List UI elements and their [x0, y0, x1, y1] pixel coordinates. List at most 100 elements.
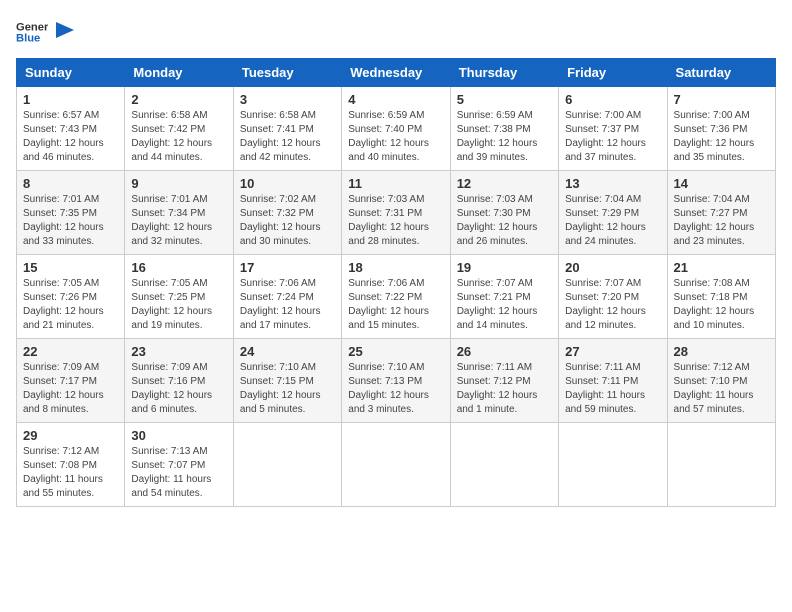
calendar-cell: 20 Sunrise: 7:07 AM Sunset: 7:20 PM Dayl… — [559, 255, 667, 339]
calendar-cell: 12 Sunrise: 7:03 AM Sunset: 7:30 PM Dayl… — [450, 171, 558, 255]
daylight-label: Daylight: 12 hours and 24 minutes. — [565, 222, 646, 247]
day-number: 12 — [457, 176, 552, 191]
sunrise-label: Sunrise: 7:09 AM — [23, 362, 99, 373]
daylight-label: Daylight: 12 hours and 33 minutes. — [23, 222, 104, 247]
day-number: 27 — [565, 344, 660, 359]
day-info: Sunrise: 7:11 AM Sunset: 7:11 PM Dayligh… — [565, 361, 660, 417]
calendar-cell — [233, 423, 341, 507]
daylight-label: Daylight: 12 hours and 15 minutes. — [348, 306, 429, 331]
day-number: 14 — [674, 176, 769, 191]
sunrise-label: Sunrise: 7:01 AM — [131, 194, 207, 205]
calendar-cell — [667, 423, 775, 507]
daylight-label: Daylight: 12 hours and 23 minutes. — [674, 222, 755, 247]
sunset-label: Sunset: 7:20 PM — [565, 292, 639, 303]
sunrise-label: Sunrise: 7:12 AM — [674, 362, 750, 373]
day-info: Sunrise: 6:58 AM Sunset: 7:42 PM Dayligh… — [131, 109, 226, 165]
day-info: Sunrise: 7:01 AM Sunset: 7:35 PM Dayligh… — [23, 193, 118, 249]
day-info: Sunrise: 7:07 AM Sunset: 7:21 PM Dayligh… — [457, 277, 552, 333]
day-info: Sunrise: 6:59 AM Sunset: 7:38 PM Dayligh… — [457, 109, 552, 165]
daylight-label: Daylight: 11 hours and 54 minutes. — [131, 474, 211, 499]
sunset-label: Sunset: 7:21 PM — [457, 292, 531, 303]
calendar-cell — [342, 423, 450, 507]
day-info: Sunrise: 7:05 AM Sunset: 7:25 PM Dayligh… — [131, 277, 226, 333]
daylight-label: Daylight: 12 hours and 17 minutes. — [240, 306, 321, 331]
sunset-label: Sunset: 7:29 PM — [565, 208, 639, 219]
calendar-cell: 26 Sunrise: 7:11 AM Sunset: 7:12 PM Dayl… — [450, 339, 558, 423]
day-number: 23 — [131, 344, 226, 359]
calendar-cell: 11 Sunrise: 7:03 AM Sunset: 7:31 PM Dayl… — [342, 171, 450, 255]
daylight-label: Daylight: 12 hours and 21 minutes. — [23, 306, 104, 331]
sunset-label: Sunset: 7:38 PM — [457, 124, 531, 135]
week-row-4: 22 Sunrise: 7:09 AM Sunset: 7:17 PM Dayl… — [17, 339, 776, 423]
sunrise-label: Sunrise: 6:58 AM — [131, 110, 207, 121]
day-info: Sunrise: 6:57 AM Sunset: 7:43 PM Dayligh… — [23, 109, 118, 165]
sunset-label: Sunset: 7:22 PM — [348, 292, 422, 303]
daylight-label: Daylight: 12 hours and 1 minute. — [457, 390, 538, 415]
sunrise-label: Sunrise: 7:11 AM — [565, 362, 640, 373]
day-info: Sunrise: 7:09 AM Sunset: 7:16 PM Dayligh… — [131, 361, 226, 417]
day-number: 26 — [457, 344, 552, 359]
calendar-cell: 27 Sunrise: 7:11 AM Sunset: 7:11 PM Dayl… — [559, 339, 667, 423]
daylight-label: Daylight: 12 hours and 14 minutes. — [457, 306, 538, 331]
calendar-cell: 22 Sunrise: 7:09 AM Sunset: 7:17 PM Dayl… — [17, 339, 125, 423]
calendar-cell: 13 Sunrise: 7:04 AM Sunset: 7:29 PM Dayl… — [559, 171, 667, 255]
logo-flag-icon — [56, 22, 76, 42]
calendar-cell: 4 Sunrise: 6:59 AM Sunset: 7:40 PM Dayli… — [342, 87, 450, 171]
daylight-label: Daylight: 12 hours and 5 minutes. — [240, 390, 321, 415]
page-header: General Blue — [16, 16, 776, 48]
day-info: Sunrise: 7:11 AM Sunset: 7:12 PM Dayligh… — [457, 361, 552, 417]
daylight-label: Daylight: 12 hours and 44 minutes. — [131, 138, 212, 163]
sunset-label: Sunset: 7:11 PM — [565, 376, 638, 387]
sunset-label: Sunset: 7:10 PM — [674, 376, 748, 387]
calendar-cell: 2 Sunrise: 6:58 AM Sunset: 7:42 PM Dayli… — [125, 87, 233, 171]
sunset-label: Sunset: 7:27 PM — [674, 208, 748, 219]
daylight-label: Daylight: 11 hours and 59 minutes. — [565, 390, 645, 415]
sunrise-label: Sunrise: 7:06 AM — [348, 278, 424, 289]
day-number: 1 — [23, 92, 118, 107]
daylight-label: Daylight: 12 hours and 40 minutes. — [348, 138, 429, 163]
sunset-label: Sunset: 7:30 PM — [457, 208, 531, 219]
daylight-label: Daylight: 12 hours and 19 minutes. — [131, 306, 212, 331]
sunset-label: Sunset: 7:18 PM — [674, 292, 748, 303]
sunrise-label: Sunrise: 7:04 AM — [565, 194, 641, 205]
sunrise-label: Sunrise: 7:12 AM — [23, 446, 99, 457]
sunrise-label: Sunrise: 6:58 AM — [240, 110, 316, 121]
daylight-label: Daylight: 12 hours and 46 minutes. — [23, 138, 104, 163]
calendar-table: SundayMondayTuesdayWednesdayThursdayFrid… — [16, 58, 776, 507]
sunset-label: Sunset: 7:12 PM — [457, 376, 531, 387]
header-thursday: Thursday — [450, 59, 558, 87]
daylight-label: Daylight: 11 hours and 57 minutes. — [674, 390, 754, 415]
sunrise-label: Sunrise: 7:07 AM — [565, 278, 641, 289]
svg-text:Blue: Blue — [16, 33, 40, 45]
calendar-cell: 7 Sunrise: 7:00 AM Sunset: 7:36 PM Dayli… — [667, 87, 775, 171]
day-number: 29 — [23, 428, 118, 443]
calendar-cell: 15 Sunrise: 7:05 AM Sunset: 7:26 PM Dayl… — [17, 255, 125, 339]
calendar-cell: 9 Sunrise: 7:01 AM Sunset: 7:34 PM Dayli… — [125, 171, 233, 255]
day-info: Sunrise: 7:13 AM Sunset: 7:07 PM Dayligh… — [131, 445, 226, 501]
day-number: 22 — [23, 344, 118, 359]
week-row-2: 8 Sunrise: 7:01 AM Sunset: 7:35 PM Dayli… — [17, 171, 776, 255]
calendar-cell: 1 Sunrise: 6:57 AM Sunset: 7:43 PM Dayli… — [17, 87, 125, 171]
day-info: Sunrise: 7:02 AM Sunset: 7:32 PM Dayligh… — [240, 193, 335, 249]
calendar-cell: 3 Sunrise: 6:58 AM Sunset: 7:41 PM Dayli… — [233, 87, 341, 171]
sunrise-label: Sunrise: 7:00 AM — [674, 110, 750, 121]
day-info: Sunrise: 7:03 AM Sunset: 7:31 PM Dayligh… — [348, 193, 443, 249]
day-number: 13 — [565, 176, 660, 191]
header-monday: Monday — [125, 59, 233, 87]
daylight-label: Daylight: 12 hours and 37 minutes. — [565, 138, 646, 163]
day-number: 19 — [457, 260, 552, 275]
sunrise-label: Sunrise: 7:07 AM — [457, 278, 533, 289]
calendar-cell — [450, 423, 558, 507]
day-info: Sunrise: 7:00 AM Sunset: 7:37 PM Dayligh… — [565, 109, 660, 165]
sunset-label: Sunset: 7:40 PM — [348, 124, 422, 135]
day-info: Sunrise: 7:12 AM Sunset: 7:10 PM Dayligh… — [674, 361, 769, 417]
day-number: 5 — [457, 92, 552, 107]
header-saturday: Saturday — [667, 59, 775, 87]
daylight-label: Daylight: 12 hours and 26 minutes. — [457, 222, 538, 247]
day-number: 8 — [23, 176, 118, 191]
sunrise-label: Sunrise: 7:01 AM — [23, 194, 99, 205]
day-number: 21 — [674, 260, 769, 275]
sunrise-label: Sunrise: 7:05 AM — [131, 278, 207, 289]
sunset-label: Sunset: 7:35 PM — [23, 208, 97, 219]
day-number: 16 — [131, 260, 226, 275]
